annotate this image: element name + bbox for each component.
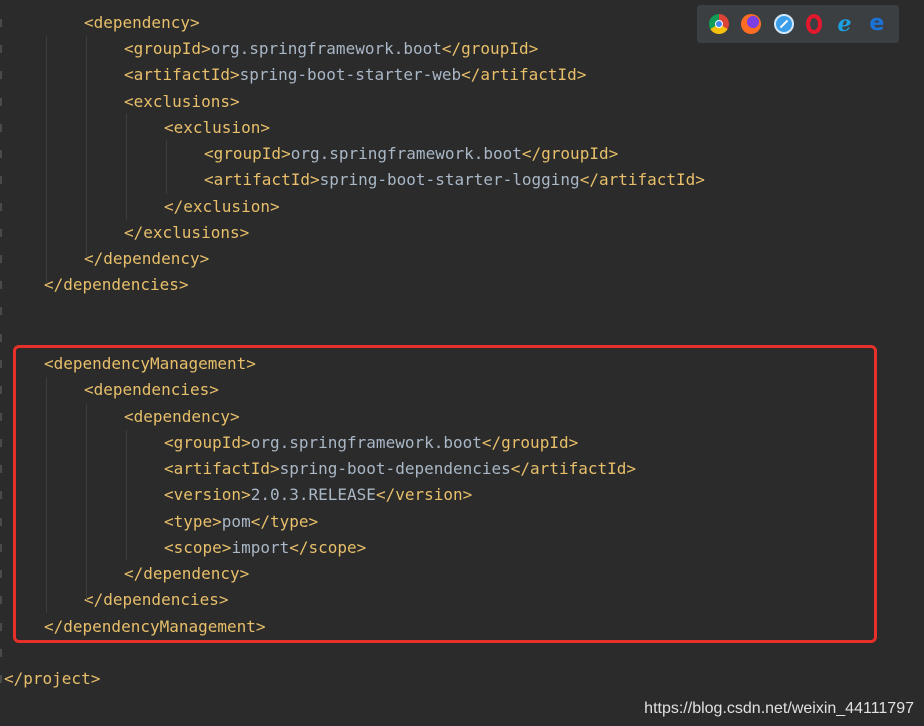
xml-close-tag: </artifactId> [579,170,705,189]
code-line: </project> [4,666,100,692]
indent-guide [46,36,47,284]
code-line: </dependency> [84,246,209,272]
gutter-fold-marker[interactable] [0,203,2,211]
code-line: <artifactId>spring-boot-starter-web</art… [124,62,586,88]
xml-close-tag: </groupId> [441,39,539,58]
gutter-fold-marker[interactable] [0,150,2,158]
gutter-fold-marker[interactable] [0,649,2,657]
browser-icon-bar: e e [697,5,899,43]
code-line: <dependency> [84,10,200,36]
code-line: </exclusion> [164,194,280,220]
gutter-fold-marker[interactable] [0,623,2,631]
gutter-fold-marker[interactable] [0,307,2,315]
xml-open-tag: <exclusions> [124,92,240,111]
gutter-fold-marker[interactable] [0,491,2,499]
xml-close-tag: </groupId> [521,144,619,163]
gutter-fold-marker[interactable] [0,465,2,473]
xml-open-tag: </exclusion> [164,197,280,216]
xml-open-tag: </dependencies> [44,275,189,294]
gutter-fold-marker[interactable] [0,570,2,578]
gutter-fold-marker[interactable] [0,98,2,106]
gutter-fold-marker[interactable] [0,413,2,421]
code-line: <groupId>org.springframework.boot</group… [124,36,538,62]
highlight-box [13,345,877,643]
gutter-fold-marker[interactable] [0,176,2,184]
code-line: <groupId>org.springframework.boot</group… [204,141,618,167]
gutter-fold-marker[interactable] [0,71,2,79]
xml-open-tag: </dependency> [84,249,210,268]
watermark: https://blog.csdn.net/weixin_44111797 [644,700,914,717]
code-line: <exclusion> [164,115,270,141]
gutter-fold-marker[interactable] [0,544,2,552]
indent-guide [166,140,167,194]
code-line: </dependencies> [44,272,189,298]
ie-icon[interactable]: e [834,13,854,35]
gutter-fold-marker[interactable] [0,675,2,683]
safari-icon[interactable] [773,14,794,34]
gutter-fold-marker[interactable] [0,439,2,447]
xml-open-tag: <artifactId> [124,65,240,84]
gutter-fold-marker[interactable] [0,386,2,394]
opera-icon[interactable] [806,14,823,34]
code-line: <exclusions> [124,89,240,115]
xml-text: spring-boot-starter-web [239,65,462,84]
xml-close-tag: </artifactId> [461,65,587,84]
xml-text: org.springframework.boot [210,39,442,58]
gutter-fold-marker[interactable] [0,19,2,27]
xml-open-tag: <artifactId> [204,170,320,189]
indent-guide [126,114,127,220]
gutter-fold-marker[interactable] [0,518,2,526]
gutter-fold-marker[interactable] [0,255,2,263]
xml-open-tag: </exclusions> [124,223,250,242]
code-line: </exclusions> [124,220,249,246]
xml-text: org.springframework.boot [290,144,522,163]
gutter-fold-marker[interactable] [0,334,2,342]
gutter-fold-marker[interactable] [0,596,2,604]
indent-guide [86,36,87,258]
xml-open-tag: <exclusion> [164,118,270,137]
gutter-fold-marker[interactable] [0,124,2,132]
xml-open-tag: <dependency> [84,13,200,32]
code-line: <artifactId>spring-boot-starter-logging<… [204,167,705,193]
xml-open-tag: <groupId> [124,39,211,58]
firefox-icon[interactable] [741,14,762,34]
gutter-fold-marker[interactable] [0,360,2,368]
gutter-fold-marker[interactable] [0,45,2,53]
xml-open-tag: <groupId> [204,144,291,163]
gutter-fold-marker[interactable] [0,281,2,289]
xml-text: spring-boot-starter-logging [319,170,580,189]
xml-open-tag: </project> [4,669,101,688]
gutter-fold-marker[interactable] [0,229,2,237]
chrome-icon[interactable] [709,14,730,34]
edge-icon[interactable]: e [867,13,887,35]
